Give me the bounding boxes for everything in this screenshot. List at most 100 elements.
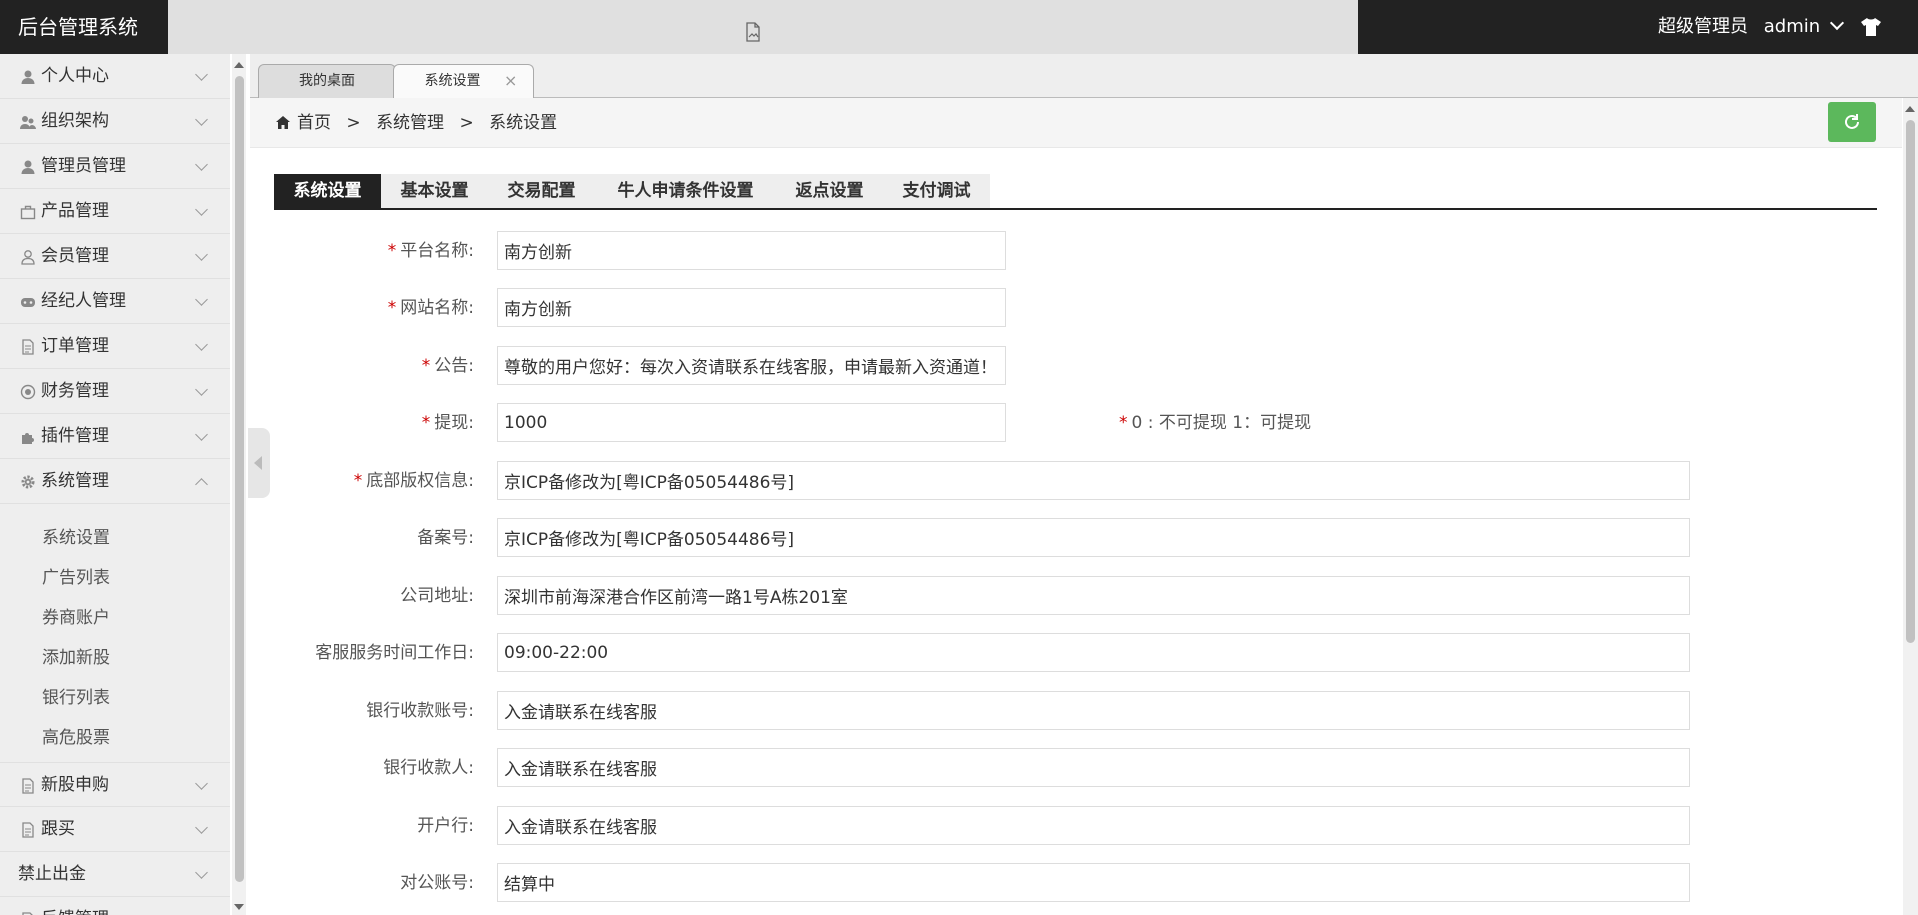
subtab-basic-settings[interactable]: 基本设置 [381, 174, 488, 208]
breadcrumb-bar: 首页 > 系统管理 > 系统设置 [250, 98, 1902, 148]
sidebar-item-admin-management[interactable]: 管理员管理 [0, 144, 230, 189]
settings-subtabs: 系统设置 基本设置 交易配置 牛人申请条件设置 返点设置 支付调试 [274, 174, 1877, 210]
sidebar-subitem-broker-accounts[interactable]: 券商账户 [42, 598, 110, 638]
breadcrumb-home[interactable]: 首页 [297, 113, 331, 133]
puzzle-icon [22, 433, 34, 444]
scroll-up-arrow-icon[interactable] [234, 62, 244, 68]
chevron-down-icon [195, 203, 208, 216]
chevron-down-icon [195, 866, 208, 879]
header-banner [168, 0, 1358, 54]
corp-account-input[interactable] [497, 863, 1690, 902]
subtab-trade-config[interactable]: 交易配置 [488, 174, 595, 208]
sidebar-item-system-management[interactable]: 系统管理 [0, 459, 230, 504]
sidebar-item-finance-management[interactable]: 财务管理 [0, 369, 230, 414]
main-scrollbar-thumb[interactable] [1906, 120, 1915, 643]
chevron-down-icon [1829, 15, 1844, 31]
form-row-notice: * 公告: [274, 346, 1674, 386]
sidebar-item-withdrawal-ban[interactable]: 禁止出金 [0, 852, 230, 897]
form-row-withdraw: *提现: *0 : 不可提现 1：可提现 [274, 403, 1674, 443]
chevron-down-icon [195, 338, 208, 351]
sidebar: 个人中心 组织架构 管理员管理 产品管理 会员管理 经纪人管理 订单管理 财务管… [0, 54, 230, 915]
bank-account-input[interactable] [497, 691, 1690, 730]
service-time-input[interactable] [497, 633, 1690, 672]
chevron-down-icon [195, 293, 208, 306]
chevron-down-icon [195, 383, 208, 396]
platform-name-input[interactable] [497, 231, 1006, 270]
chevron-down-icon [195, 911, 208, 915]
sidebar-item-plugin-management[interactable]: 插件管理 [0, 414, 230, 459]
user-outline-icon [21, 250, 35, 265]
sidebar-item-personal-center[interactable]: 个人中心 [0, 54, 230, 99]
sidebar-scrollbar-thumb[interactable] [235, 76, 244, 882]
bank-branch-input[interactable] [497, 806, 1690, 845]
briefcase-icon [20, 205, 36, 220]
tshirt-icon[interactable] [1860, 17, 1882, 37]
sidebar-collapse-handle[interactable] [248, 428, 270, 498]
scroll-down-arrow-icon[interactable] [234, 904, 244, 910]
tab-my-desktop[interactable]: 我的桌面 [258, 64, 396, 98]
home-icon [276, 116, 290, 129]
subtab-system-settings[interactable]: 系统设置 [274, 174, 381, 208]
sidebar-subitem-bank-list[interactable]: 银行列表 [42, 678, 110, 718]
form-row-address: 公司地址: [274, 576, 1690, 616]
icp-input[interactable] [497, 518, 1690, 557]
sidebar-subitem-ad-list[interactable]: 广告列表 [42, 558, 110, 598]
sidebar-item-organization[interactable]: 组织架构 [0, 99, 230, 144]
sidebar-subitem-high-risk-stocks[interactable]: 高危股票 [42, 718, 110, 758]
site-name-input[interactable] [497, 288, 1006, 327]
form-row-icp: 备案号: [274, 518, 1690, 558]
users-icon [20, 116, 36, 129]
top-header: 后台管理系统 超级管理员 admin [0, 0, 1918, 54]
document-icon [22, 339, 34, 355]
chevron-down-icon [195, 428, 208, 441]
chevron-down-icon [195, 158, 208, 171]
form-row-bank-payee: 银行收款人: [274, 748, 1690, 788]
form-row-bank-account: 银行收款账号: [274, 691, 1690, 731]
sidebar-subitem-add-new-stock[interactable]: 添加新股 [42, 638, 110, 678]
address-input[interactable] [497, 576, 1690, 615]
user-role: 超级管理员 [1658, 16, 1748, 37]
subtab-rebate-settings[interactable]: 返点设置 [776, 174, 883, 208]
breadcrumb: 首页 > 系统管理 > 系统设置 [297, 113, 558, 133]
broken-image-icon [746, 22, 760, 42]
breadcrumb-system-management[interactable]: 系统管理 [376, 113, 444, 133]
tab-bar: 我的桌面 系统设置 × [250, 54, 1918, 99]
form-row-corp-account: 对公账号: [274, 863, 1690, 903]
user-menu[interactable]: 超级管理员 admin [1658, 0, 1844, 54]
user-icon [21, 160, 35, 174]
sidebar-item-ipo-subscription[interactable]: 新股申购 [0, 762, 230, 807]
form-row-service-time: 客服服务时间工作日: [274, 633, 1690, 673]
close-icon[interactable]: × [504, 65, 517, 97]
sidebar-item-order-management[interactable]: 订单管理 [0, 324, 230, 369]
withdraw-input[interactable] [497, 403, 1006, 442]
form-row-bank-branch: 开户行: [274, 806, 1690, 846]
chevron-down-icon [195, 113, 208, 126]
sidebar-subitem-system-settings[interactable]: 系统设置 [42, 518, 110, 558]
sidebar-item-feedback-management[interactable]: 反馈管理 [0, 897, 230, 915]
chevron-down-icon [195, 777, 208, 790]
form-row-copyright: * 底部版权信息: [274, 461, 1690, 501]
username: admin [1763, 16, 1821, 37]
sidebar-item-member-management[interactable]: 会员管理 [0, 234, 230, 279]
gamepad-icon [21, 298, 35, 307]
document-icon [22, 822, 34, 838]
withdraw-hint: * 0 : 不可提现 1：可提现 [1119, 413, 1312, 433]
scroll-up-arrow-icon[interactable] [1905, 106, 1915, 112]
refresh-button[interactable] [1828, 102, 1876, 142]
sidebar-item-product-management[interactable]: 产品管理 [0, 189, 230, 234]
chevron-up-icon [195, 478, 208, 491]
gear-icon [21, 475, 35, 489]
notice-input[interactable] [497, 346, 1006, 385]
tab-system-settings[interactable]: 系统设置 × [393, 64, 534, 99]
sidebar-item-follow-buy[interactable]: 跟买 [0, 807, 230, 852]
subtab-expert-application[interactable]: 牛人申请条件设置 [595, 174, 776, 208]
copyright-input[interactable] [497, 461, 1690, 500]
chevron-down-icon [195, 821, 208, 834]
sidebar-item-agent-management[interactable]: 经纪人管理 [0, 279, 230, 324]
circle-dot-icon [20, 384, 36, 400]
subtab-payment-debug[interactable]: 支付调试 [883, 174, 990, 208]
form-row-site-name: * 网站名称: [274, 288, 1674, 328]
chevron-down-icon [195, 248, 208, 261]
bank-payee-input[interactable] [497, 748, 1690, 787]
app-logo[interactable]: 后台管理系统 [0, 0, 168, 54]
